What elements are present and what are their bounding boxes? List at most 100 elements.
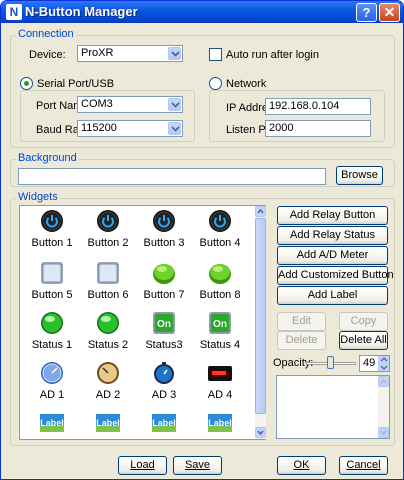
- square-button-icon: [40, 261, 64, 285]
- widget-item[interactable]: Button 3: [136, 209, 192, 249]
- widget-list-scrollbar[interactable]: [255, 206, 266, 439]
- svg-text:Label: Label: [208, 418, 232, 428]
- scroll-up-icon[interactable]: [255, 206, 266, 217]
- gauge-meter-icon: [96, 361, 120, 385]
- digital-meter-icon: [208, 361, 232, 385]
- listen-port-field[interactable]: 2000: [265, 120, 371, 137]
- widget-item[interactable]: Label: [24, 411, 80, 439]
- serial-port-label: Serial Port/USB: [37, 78, 115, 90]
- widgets-group-title: Widgets: [16, 191, 60, 203]
- baud-rate-value: 115200: [81, 122, 117, 134]
- widget-item[interactable]: Status 1: [24, 311, 80, 351]
- baud-rate-select[interactable]: 115200: [77, 120, 183, 137]
- widget-item[interactable]: Button 8: [192, 261, 248, 301]
- widget-item-label: Status3: [145, 339, 183, 351]
- widget-item-label: AD 2: [95, 389, 121, 401]
- widget-item[interactable]: AD 2: [80, 361, 136, 401]
- device-value: ProXR: [81, 47, 114, 59]
- widget-item-label: Button 1: [31, 237, 73, 249]
- widget-item[interactable]: On Status 4: [192, 311, 248, 351]
- widget-item[interactable]: Label: [80, 411, 136, 439]
- ip-address-field[interactable]: 192.168.0.104: [265, 98, 371, 115]
- port-name-select[interactable]: COM3: [77, 96, 183, 113]
- load-button-label: Load: [130, 459, 155, 471]
- n-button-manager-window: N N-Button Manager ? ✕ Connection Device…: [0, 0, 404, 480]
- svg-text:On: On: [213, 319, 227, 330]
- port-name-value: COM3: [81, 98, 113, 110]
- blue-meter-icon: [40, 361, 64, 385]
- add-relay-status-button[interactable]: Add Relay Status: [277, 226, 388, 245]
- stopwatch-meter-icon: [152, 361, 176, 385]
- widget-item-label: Button 4: [199, 237, 241, 249]
- widget-item[interactable]: On Status3: [136, 311, 192, 351]
- opacity-spinner[interactable]: 49: [359, 355, 390, 372]
- app-icon: N: [6, 4, 22, 20]
- ok-button[interactable]: OK: [277, 456, 326, 475]
- label-icon: Label: [152, 411, 176, 435]
- widget-item[interactable]: AD 3: [136, 361, 192, 401]
- widget-item[interactable]: Label: [192, 411, 248, 439]
- widget-item-label: Status 4: [199, 339, 241, 351]
- widget-item[interactable]: AD 1: [24, 361, 80, 401]
- widget-item[interactable]: Label: [136, 411, 192, 439]
- widget-item-label: AD 4: [207, 389, 233, 401]
- serial-port-radio[interactable]: [20, 77, 33, 90]
- widget-item[interactable]: Button 6: [80, 261, 136, 301]
- green-led-icon: [40, 311, 64, 335]
- label-icon: Label: [40, 411, 64, 435]
- widget-list[interactable]: Button 1 Button 2 Button 3 Button 4 Button 5…: [19, 205, 266, 440]
- copy-button[interactable]: Copy: [339, 312, 388, 331]
- opacity-slider-thumb[interactable]: [327, 356, 334, 369]
- chevron-down-icon[interactable]: [168, 122, 181, 135]
- widget-item[interactable]: Button 5: [24, 261, 80, 301]
- cancel-button-label: Cancel: [346, 459, 381, 471]
- widget-item-label: Status 1: [31, 339, 73, 351]
- chevron-down-icon[interactable]: [168, 98, 181, 111]
- spinner-arrows-icon[interactable]: [378, 356, 389, 371]
- label-icon: Label: [96, 411, 120, 435]
- delete-all-button[interactable]: Delete All: [339, 331, 388, 350]
- power-button-icon: [96, 209, 120, 233]
- widget-item[interactable]: Button 1: [24, 209, 80, 249]
- scroll-down-icon[interactable]: [255, 427, 266, 438]
- background-group-title: Background: [16, 152, 79, 164]
- on-status-icon: On: [208, 311, 232, 335]
- scroll-thumb[interactable]: [255, 218, 266, 414]
- ok-button-label: OK: [293, 459, 310, 471]
- device-select[interactable]: ProXR: [77, 45, 183, 62]
- opacity-value: 49: [363, 357, 376, 369]
- scroll-up-icon[interactable]: [378, 376, 389, 387]
- widget-item[interactable]: Button 2: [80, 209, 136, 249]
- title-bar[interactable]: N N-Button Manager ? ✕: [1, 1, 403, 23]
- network-label: Network: [226, 78, 267, 90]
- chevron-down-icon[interactable]: [168, 47, 181, 60]
- help-button[interactable]: ?: [356, 3, 377, 22]
- save-button[interactable]: Save: [173, 456, 222, 475]
- add-relay-button-button[interactable]: Add Relay Button: [277, 206, 388, 225]
- edit-button[interactable]: Edit: [277, 312, 326, 331]
- scroll-down-icon[interactable]: [378, 427, 389, 438]
- widget-item[interactable]: Button 4: [192, 209, 248, 249]
- browse-button[interactable]: Browse: [336, 166, 383, 185]
- save-button-label: Save: [184, 459, 211, 471]
- cancel-button[interactable]: Cancel: [339, 456, 388, 475]
- auto-run-checkbox[interactable]: [209, 48, 222, 61]
- background-path-field[interactable]: [18, 168, 326, 185]
- power-button-icon: [40, 209, 64, 233]
- widget-item-label: AD 3: [151, 389, 177, 401]
- green-led-icon: [96, 311, 120, 335]
- widget-item[interactable]: AD 4: [192, 361, 248, 401]
- properties-scrollbar[interactable]: [378, 376, 389, 438]
- widget-properties-box[interactable]: [276, 375, 390, 439]
- widget-item[interactable]: Status 2: [80, 311, 136, 351]
- load-button[interactable]: Load: [118, 456, 167, 475]
- add-ad-meter-button[interactable]: Add A/D Meter: [277, 246, 388, 265]
- network-radio[interactable]: [209, 77, 222, 90]
- add-label-button[interactable]: Add Label: [277, 286, 388, 305]
- close-button[interactable]: ✕: [379, 3, 400, 22]
- square-button-icon: [96, 261, 120, 285]
- delete-button[interactable]: Delete: [277, 331, 326, 350]
- widget-item[interactable]: Button 7: [136, 261, 192, 301]
- add-customized-button-button[interactable]: Add Customized Button: [277, 266, 394, 285]
- widget-item-label: Button 2: [87, 237, 129, 249]
